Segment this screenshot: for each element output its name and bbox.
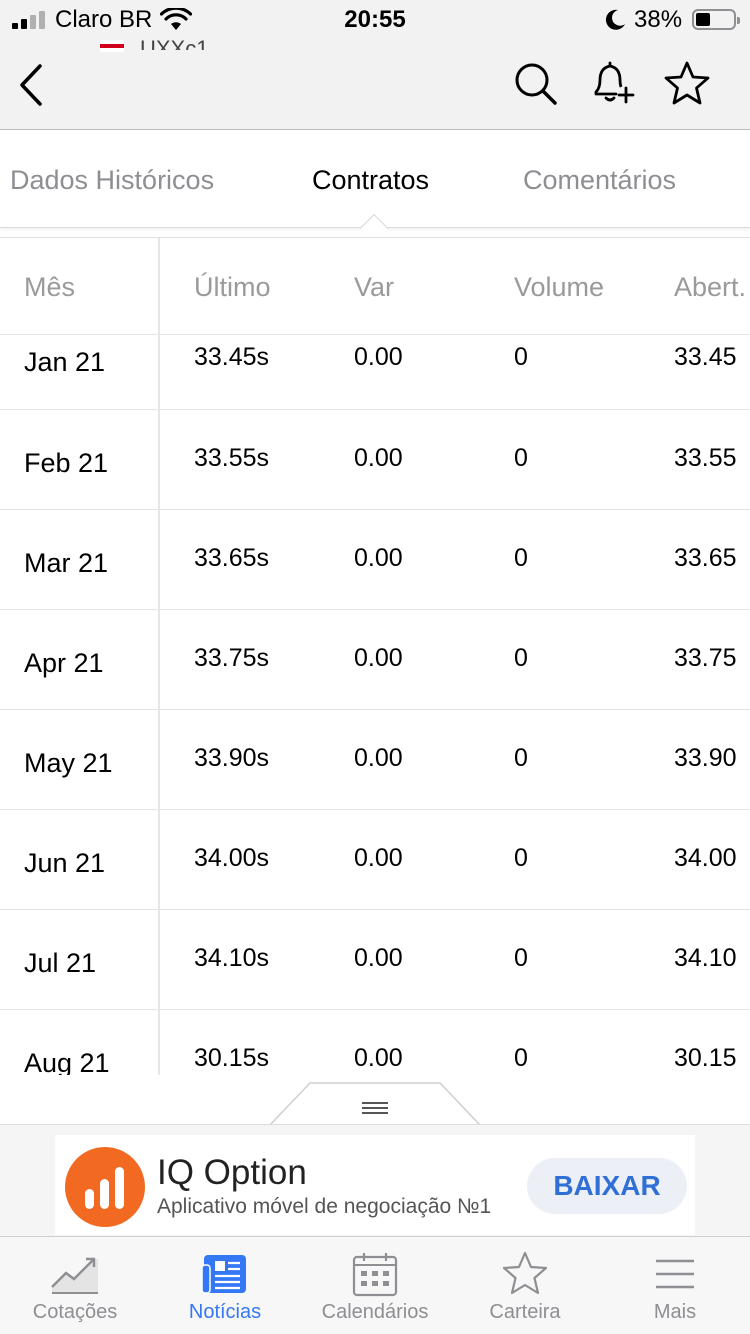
cell-last: 33.90s <box>194 744 270 772</box>
cell-month: Jul 21 <box>24 948 97 978</box>
cell-change: 0.00 <box>354 343 403 371</box>
iq-option-logo-icon <box>65 1147 145 1227</box>
back-arrow-icon[interactable] <box>12 60 52 110</box>
table-row[interactable]: Jan 21 33.45s 0.00 0 33.45 <box>0 335 750 410</box>
moon-icon <box>605 9 625 30</box>
chart-icon <box>51 1257 98 1294</box>
tab-contratos[interactable]: Contratos <box>312 165 429 196</box>
cell-month: Jun 21 <box>24 848 106 878</box>
ad-banner[interactable]: IQ Option Aplicativo móvel de negociação… <box>55 1135 695 1235</box>
ad-banner-area: IQ Option Aplicativo móvel de negociação… <box>0 1124 750 1236</box>
nav-item-noticias[interactable]: Notícias <box>150 1237 300 1334</box>
column-header-change[interactable]: Var <box>354 272 394 303</box>
battery-icon <box>692 9 740 30</box>
cell-volume: 0 <box>514 1044 528 1072</box>
cell-change: 0.00 <box>354 1044 403 1072</box>
cell-last: 30.15s <box>194 1044 270 1072</box>
cell-open: 34.00 <box>674 844 737 872</box>
tab-dados-historicos[interactable]: Dados Históricos <box>10 165 214 196</box>
column-header-volume[interactable]: Volume <box>514 272 604 303</box>
cell-open: 34.10 <box>674 944 737 972</box>
contracts-table: Mês Último Var Volume Abert. Jan 21 33.4… <box>0 237 750 1075</box>
cell-change: 0.00 <box>354 844 403 872</box>
cell-month: Aug 21 <box>24 1048 110 1075</box>
table-row[interactable]: Jun 21 34.00s 0.00 0 34.00 <box>0 810 750 910</box>
column-header-month[interactable]: Mês <box>24 272 75 303</box>
nav-label: Calendários <box>321 1301 429 1323</box>
status-bar: Claro BR 20:55 38% <box>0 0 750 40</box>
cell-open: 33.90 <box>674 744 737 772</box>
newspaper-icon <box>201 1255 246 1294</box>
cell-volume: 0 <box>514 544 528 572</box>
section-tabs: Dados Históricos Contratos Comentários <box>0 130 750 243</box>
cell-open: 33.45 <box>674 343 737 371</box>
cell-open: 33.75 <box>674 644 737 672</box>
header-bar: UXXc1 <box>0 36 750 130</box>
nav-item-carteira[interactable]: Carteira <box>450 1237 600 1334</box>
nav-label: Cotações <box>32 1301 118 1323</box>
cell-open: 33.65 <box>674 544 737 572</box>
cell-volume: 0 <box>514 944 528 972</box>
table-row[interactable]: Mar 21 33.65s 0.00 0 33.65 <box>0 510 750 610</box>
cell-last: 34.00s <box>194 844 270 872</box>
nav-item-calendarios[interactable]: Calendários <box>300 1237 450 1334</box>
cell-last: 34.10s <box>194 944 270 972</box>
battery-percent: 38% <box>634 6 683 33</box>
table-row[interactable]: Jul 21 34.10s 0.00 0 34.10 <box>0 910 750 1010</box>
favorite-star-icon[interactable] <box>662 58 712 108</box>
search-icon[interactable] <box>510 58 560 108</box>
nav-item-mais[interactable]: Mais <box>600 1237 750 1334</box>
nav-label: Carteira <box>489 1301 561 1323</box>
cell-last: 33.65s <box>194 544 270 572</box>
drawer-handle[interactable] <box>270 1081 480 1127</box>
cell-volume: 0 <box>514 644 528 672</box>
cell-volume: 0 <box>514 343 528 371</box>
add-alert-bell-icon[interactable] <box>586 58 636 108</box>
nav-label: Mais <box>653 1301 697 1323</box>
flag-icon <box>100 40 124 52</box>
table-row[interactable]: May 21 33.90s 0.00 0 33.90 <box>0 710 750 810</box>
cell-change: 0.00 <box>354 444 403 472</box>
cell-volume: 0 <box>514 444 528 472</box>
nav-label: Notícias <box>188 1301 262 1323</box>
menu-icon <box>656 1259 694 1289</box>
cell-volume: 0 <box>514 844 528 872</box>
ad-subtitle: Aplicativo móvel de negociação №1 <box>157 1195 492 1218</box>
cell-month: Feb 21 <box>24 448 109 478</box>
ad-download-button[interactable]: BAIXAR <box>527 1158 687 1214</box>
star-icon <box>502 1251 548 1295</box>
cell-last: 33.45s <box>194 343 270 371</box>
column-header-open[interactable]: Abert. <box>674 272 746 303</box>
column-divider <box>158 238 160 1075</box>
cell-open: 33.55 <box>674 444 737 472</box>
cell-change: 0.00 <box>354 944 403 972</box>
calendar-icon <box>352 1253 398 1297</box>
cell-change: 0.00 <box>354 744 403 772</box>
instrument-symbol: UXXc1 <box>140 36 209 50</box>
cell-month: Apr 21 <box>24 648 104 678</box>
cell-change: 0.00 <box>354 544 403 572</box>
bottom-navigation: Cotações Notícias Calendários Carteira M… <box>0 1236 750 1334</box>
ad-title: IQ Option <box>157 1153 307 1192</box>
table-header: Mês Último Var Volume Abert. <box>0 238 750 335</box>
cell-last: 33.75s <box>194 644 270 672</box>
cell-volume: 0 <box>514 744 528 772</box>
cell-open: 30.15 <box>674 1044 737 1072</box>
column-header-last[interactable]: Último <box>194 272 271 303</box>
nav-item-cotacoes[interactable]: Cotações <box>0 1237 150 1334</box>
cell-month: Jan 21 <box>24 347 106 377</box>
cell-change: 0.00 <box>354 644 403 672</box>
table-row[interactable]: Apr 21 33.75s 0.00 0 33.75 <box>0 610 750 710</box>
cell-month: Mar 21 <box>24 548 109 578</box>
table-row[interactable]: Aug 21 30.15s 0.00 0 30.15 <box>0 1010 750 1075</box>
table-row[interactable]: Feb 21 33.55s 0.00 0 33.55 <box>0 410 750 510</box>
cell-last: 33.55s <box>194 444 270 472</box>
cell-month: May 21 <box>24 748 113 778</box>
tab-comentarios[interactable]: Comentários <box>523 165 676 196</box>
